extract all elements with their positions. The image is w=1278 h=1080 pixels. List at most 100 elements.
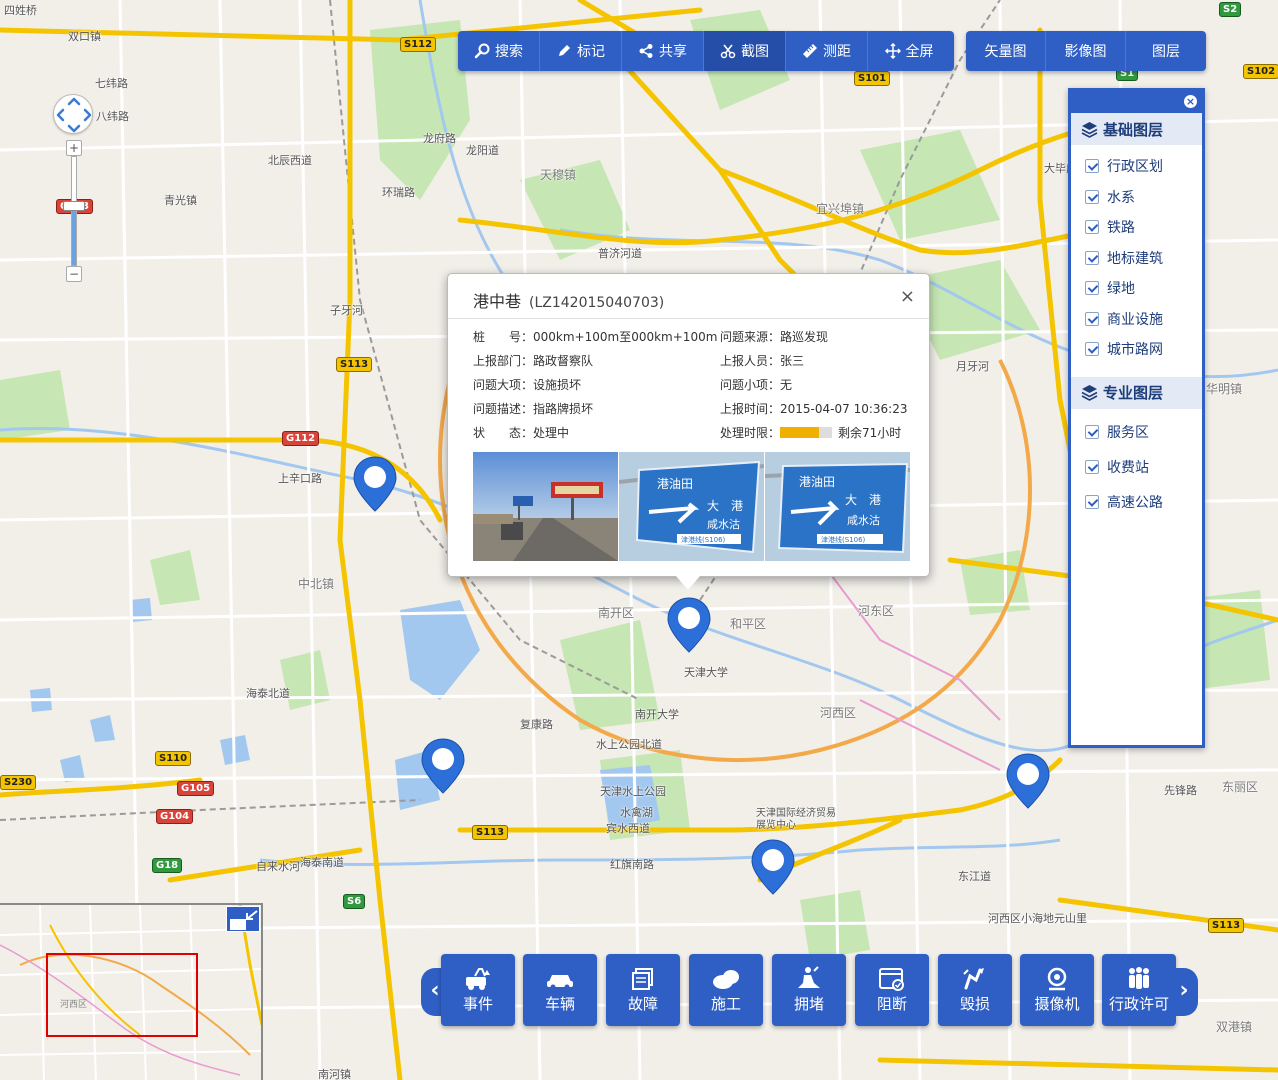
satellite-map-label: 影像图	[1064, 44, 1107, 60]
location-pin-icon[interactable]	[749, 838, 797, 896]
search-button-label: 搜索	[495, 44, 523, 60]
layers-button[interactable]: 图层	[1126, 31, 1206, 71]
layer-checkbox[interactable]	[1085, 460, 1099, 474]
field-label: 问题来源：	[720, 330, 781, 344]
zoom-out-button[interactable]: −	[66, 266, 82, 282]
category-label: 摄像机	[1034, 995, 1080, 1013]
category-label: 毁损	[959, 995, 990, 1013]
field-value: 处理中	[533, 426, 570, 440]
category-camera-button[interactable]: 摄像机	[1020, 954, 1094, 1026]
layer-item-greenland[interactable]: 绿地	[1071, 273, 1202, 304]
minimap-toggle-button[interactable]	[226, 906, 260, 932]
pan-arrows-icon	[56, 97, 92, 133]
measure-button[interactable]: 测距	[786, 31, 868, 71]
layers-stack-icon	[1081, 121, 1098, 138]
road-sign-photo-image: 港油田 大 港 咸水沽 津港线(S106)	[619, 452, 764, 561]
location-pin-icon[interactable]	[1004, 752, 1052, 810]
layer-checkbox[interactable]	[1085, 281, 1099, 296]
photo-thumbnail[interactable]: 港油田 大 港 咸水沽 津港线(S106)	[619, 452, 764, 561]
pan-control[interactable]	[53, 94, 93, 134]
photo-thumbnail[interactable]	[473, 452, 618, 561]
location-pin-icon[interactable]	[351, 455, 399, 513]
mark-button[interactable]: 标记	[540, 31, 622, 71]
field-source: 问题来源：路巡发现	[720, 328, 828, 345]
category-blocked-button[interactable]: 阻断	[855, 954, 929, 1026]
category-label: 拥堵	[793, 995, 824, 1013]
layer-panel-header: ×	[1071, 91, 1202, 113]
map-label: 和平区	[730, 617, 767, 631]
category-construction-button[interactable]: 施工	[689, 954, 763, 1026]
layer-item-label: 城市路网	[1107, 342, 1163, 359]
search-icon	[474, 43, 490, 59]
base-layer-title: 基础图层	[1103, 120, 1164, 139]
category-event-button[interactable]: 事件	[441, 954, 515, 1026]
category-damage-button[interactable]: 毁损	[938, 954, 1012, 1026]
layer-checkbox[interactable]	[1085, 311, 1099, 326]
pen-icon	[559, 45, 570, 56]
category-fault-button[interactable]: 故障	[606, 954, 680, 1026]
road-shield: S102	[1243, 64, 1278, 79]
sign-text: 大 港	[845, 493, 881, 507]
popup-close-button[interactable]: ×	[900, 286, 915, 307]
layer-item-service-area[interactable]: 服务区	[1071, 415, 1202, 450]
map-label: 南开大学	[635, 708, 679, 721]
map-label: 青光镇	[164, 194, 197, 207]
layer-item-commercial[interactable]: 商业设施	[1071, 304, 1202, 335]
measure-button-label: 测距	[823, 44, 851, 60]
layer-item-water[interactable]: 水系	[1071, 182, 1202, 213]
zoom-slider[interactable]	[71, 156, 77, 266]
photo-thumbnail[interactable]: 港油田 大 港 咸水沽 津港线(S106)	[765, 452, 910, 561]
category-permit-button[interactable]: 行政许可	[1102, 954, 1176, 1026]
layer-item-landmark[interactable]: 地标建筑	[1071, 243, 1202, 274]
category-label: 施工	[710, 995, 741, 1013]
vector-map-label: 矢量图	[984, 44, 1027, 60]
overview-minimap[interactable]: 河西区	[0, 903, 263, 1080]
layer-item-railway[interactable]: 铁路	[1071, 212, 1202, 243]
category-label: 事件	[462, 995, 493, 1013]
layer-checkbox[interactable]	[1085, 495, 1099, 509]
tool-toolbar: 搜索 标记 共享 截图 测距 全屏	[458, 31, 954, 71]
layer-item-roads[interactable]: 城市路网	[1071, 334, 1202, 365]
map-type-toolbar: 矢量图 影像图 图层	[966, 31, 1206, 71]
screenshot-button[interactable]: 截图	[704, 31, 786, 71]
vector-map-button[interactable]: 矢量图	[966, 31, 1046, 71]
satellite-map-button[interactable]: 影像图	[1046, 31, 1126, 71]
layer-panel-close-button[interactable]: ×	[1184, 95, 1197, 108]
search-button[interactable]: 搜索	[458, 31, 540, 71]
layer-item-label: 绿地	[1107, 281, 1135, 298]
layer-checkbox[interactable]	[1085, 342, 1099, 357]
layer-item-expressway[interactable]: 高速公路	[1071, 485, 1202, 520]
field-value: 设施损坏	[533, 378, 582, 392]
location-pin-icon[interactable]	[419, 737, 467, 795]
time-limit-progress	[780, 427, 833, 438]
scissors-icon	[720, 44, 736, 59]
location-pin-icon[interactable]	[665, 596, 713, 654]
layer-checkbox[interactable]	[1085, 189, 1099, 204]
road-shield: S6	[343, 894, 366, 909]
pro-layer-section: 专业图层	[1071, 376, 1202, 409]
field-value: 路巡发现	[780, 330, 829, 344]
field-label: 桩 号：	[473, 330, 534, 344]
field-value: 路政督察队	[533, 354, 594, 368]
field-dept: 上报部门：路政督察队	[473, 352, 593, 369]
popup-title: 港中巷 (LZ142015040703)	[473, 288, 664, 312]
fullscreen-button[interactable]: 全屏	[868, 31, 950, 71]
category-congestion-button[interactable]: 拥堵	[772, 954, 846, 1026]
map-label: 水上公园北道	[596, 738, 662, 751]
zoom-in-button[interactable]: +	[66, 140, 82, 156]
layer-item-toll-station[interactable]: 收费站	[1071, 450, 1202, 485]
zoom-handle[interactable]	[63, 200, 85, 211]
minimap-viewport[interactable]	[46, 953, 198, 1037]
layer-checkbox[interactable]	[1085, 250, 1099, 265]
layer-checkbox[interactable]	[1085, 159, 1099, 174]
share-button[interactable]: 共享	[622, 31, 704, 71]
category-vehicle-button[interactable]: 车辆	[523, 954, 597, 1026]
category-next-button[interactable]: ›	[1170, 968, 1198, 1016]
layer-item-admin[interactable]: 行政区划	[1071, 151, 1202, 182]
layer-checkbox[interactable]	[1085, 220, 1099, 235]
road-shield: S113	[472, 825, 509, 840]
road-photo-image	[473, 452, 618, 561]
blocked-icon	[879, 968, 904, 991]
field-limit: 处理时限： 剩余71小时	[720, 424, 901, 441]
layer-checkbox[interactable]	[1085, 425, 1099, 439]
